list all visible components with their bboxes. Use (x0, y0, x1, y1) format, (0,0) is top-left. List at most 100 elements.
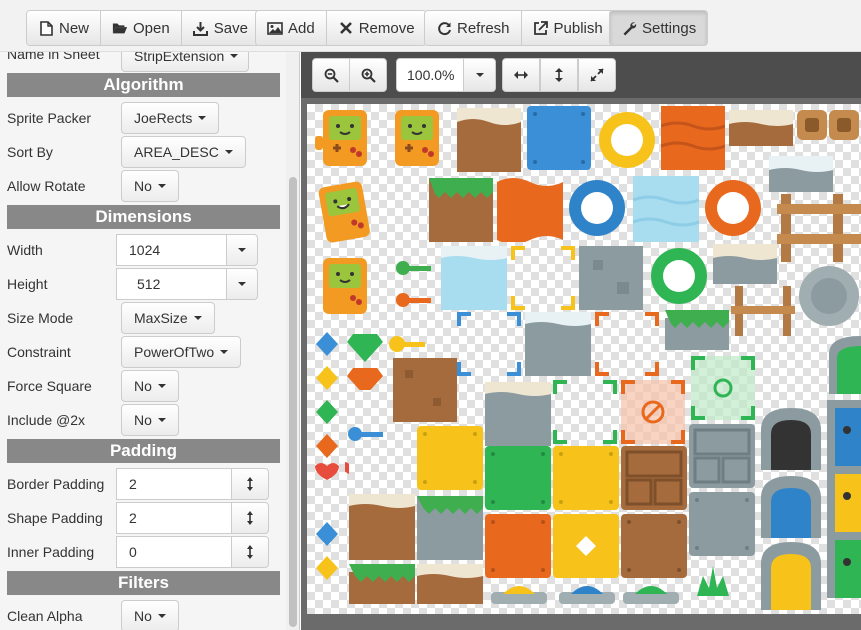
buttons-row-sprite (491, 586, 679, 604)
ice-tile-sprite (441, 246, 507, 310)
zoom-in-icon (361, 68, 376, 83)
blocked-frame-sprite (621, 380, 685, 444)
include-2x-value: No (134, 412, 152, 428)
zoom-out-button[interactable] (312, 58, 350, 92)
force-square-dropdown[interactable]: No (121, 370, 179, 402)
allow-rotate-value: No (134, 178, 152, 194)
resize-vertical-icon (247, 511, 253, 525)
fit-all-button[interactable] (578, 58, 616, 92)
include-2x-dropdown[interactable]: No (121, 404, 179, 436)
fit-width-button[interactable] (502, 58, 540, 92)
width-input[interactable]: 1024 (116, 234, 227, 266)
caret-down-icon (157, 614, 166, 618)
sort-by-value: AREA_DESC (134, 144, 219, 160)
sidebar-scrollbar-thumb[interactable] (289, 177, 297, 627)
arrows-vertical-icon (555, 68, 563, 82)
gems-sprite (347, 334, 383, 390)
zoom-level-dropdown-toggle[interactable] (463, 58, 496, 92)
caret-down-icon (230, 54, 239, 58)
constraint-dropdown[interactable]: PowerOfTwo (121, 336, 242, 368)
wooden-fence-small-sprite (731, 286, 795, 336)
refresh-icon (436, 20, 452, 36)
dirt-snow-tile-sprite (349, 494, 415, 560)
arrows-horizontal-icon (514, 71, 528, 79)
orange-block-sprite (485, 514, 551, 578)
clean-alpha-dropdown[interactable]: No (121, 600, 179, 630)
gameboy-character-sprite (315, 110, 367, 166)
green-target-frame-sprite (691, 356, 755, 420)
caret-down-icon (220, 350, 229, 354)
gear-sprite (799, 266, 859, 326)
open-button[interactable]: Open (101, 11, 182, 45)
name-in-sheet-dropdown[interactable]: StripExtension (121, 52, 249, 72)
wooden-logs-sprite (797, 110, 859, 140)
name-in-sheet-value: StripExtension (134, 52, 225, 64)
green-block-sprite (485, 446, 551, 510)
caret-down-icon (224, 150, 233, 154)
shape-padding-input[interactable]: 2 (116, 502, 232, 534)
zoom-in-button[interactable] (349, 58, 387, 92)
refresh-button-label: Refresh (457, 19, 510, 37)
border-padding-stepper[interactable] (231, 468, 269, 500)
zoom-toolbar: 100.0% (301, 52, 861, 98)
section-algorithm: Algorithm (7, 73, 280, 97)
dirt-block-sprite (621, 514, 687, 578)
remove-button[interactable]: Remove (326, 11, 426, 45)
brick-block-sprite (621, 446, 687, 510)
door-black-sprite (761, 408, 821, 470)
green-selection-frame-sprite (553, 380, 617, 444)
allow-rotate-dropdown[interactable]: No (121, 170, 179, 202)
width-dropdown-toggle[interactable] (226, 234, 258, 266)
orange-wave-tile-sprite (661, 106, 725, 170)
border-padding-input[interactable]: 2 (116, 468, 232, 500)
caret-down-icon (157, 184, 166, 188)
file-button-group: New Open Save (26, 10, 260, 46)
sort-by-dropdown[interactable]: AREA_DESC (121, 136, 246, 168)
save-button[interactable]: Save (181, 11, 259, 45)
resize-vertical-icon (247, 477, 253, 491)
new-button[interactable]: New (27, 11, 102, 45)
open-button-label: Open (133, 19, 170, 37)
sprite-packer-value: JoeRects (134, 110, 193, 126)
sprite-packer-dropdown[interactable]: JoeRects (121, 102, 220, 134)
blue-block-sprite (527, 106, 591, 170)
height-input[interactable]: 512 (116, 268, 227, 300)
blue-ring-sprite (569, 180, 625, 236)
force-square-value: No (134, 378, 152, 394)
resize-vertical-icon (247, 545, 253, 559)
refresh-button[interactable]: Refresh (425, 11, 522, 45)
section-filters: Filters (7, 571, 280, 595)
settings-button[interactable]: Settings (610, 11, 708, 45)
section-dimensions: Dimensions (7, 205, 280, 229)
door-green-sprite (829, 336, 861, 394)
publish-button-group: Refresh Publish (424, 10, 615, 46)
door-yellow-locked-sprite (827, 466, 861, 532)
size-mode-dropdown[interactable]: MaxSize (121, 302, 215, 334)
publish-button-label: Publish (553, 19, 603, 37)
clean-alpha-value: No (134, 608, 152, 624)
sort-by-label: Sort By (7, 144, 53, 160)
stone-block-sprite (689, 492, 755, 556)
new-button-label: New (59, 19, 90, 37)
height-dropdown-toggle[interactable] (226, 268, 258, 300)
yellow-ring-sprite (599, 112, 655, 168)
caret-down-icon (157, 418, 166, 422)
add-button[interactable]: Add (256, 11, 327, 45)
inner-padding-input[interactable]: 0 (116, 536, 232, 568)
preview-panel: 100.0% (301, 52, 861, 630)
yellow-block-sprite (417, 426, 483, 490)
inner-padding-stepper[interactable] (231, 536, 269, 568)
publish-button[interactable]: Publish (521, 11, 614, 45)
size-mode-label: Size Mode (7, 310, 74, 326)
external-link-icon (533, 20, 549, 36)
sprite-sheet-preview[interactable] (307, 104, 861, 614)
zoom-level-input[interactable]: 100.0% (396, 58, 464, 92)
gameboy-character-jump-sprite (318, 181, 370, 243)
shape-padding-stepper[interactable] (231, 502, 269, 534)
main-toolbar: New Open Save Add Remove Refresh Publish (0, 0, 861, 52)
shape-padding-label: Shape Padding (7, 510, 103, 526)
fit-height-button[interactable] (540, 58, 578, 92)
orange-selection-frame-sprite (595, 312, 659, 376)
settings-button-label: Settings (642, 19, 697, 37)
stone-snow-ledge-sprite (769, 156, 833, 192)
